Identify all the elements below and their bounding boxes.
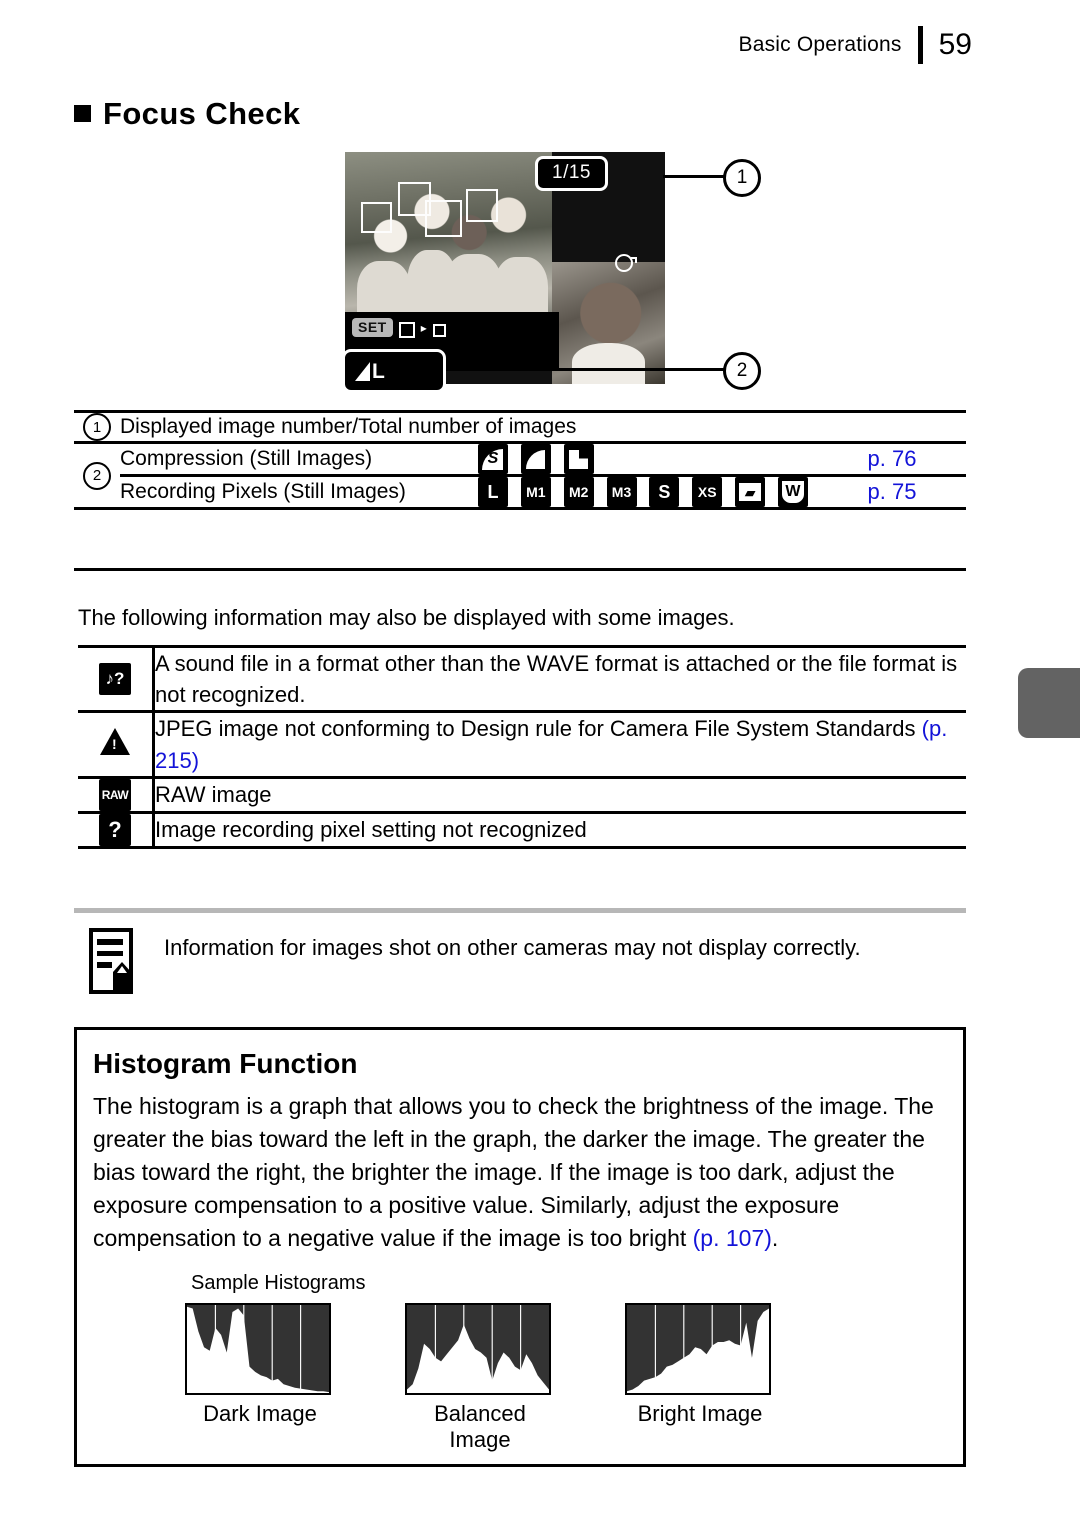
sound-file-unknown-icon: ♪?	[99, 663, 131, 696]
histogram-title: Histogram Function	[93, 1048, 358, 1079]
sound-file-unknown-icon-cell: ♪?	[78, 646, 155, 712]
compression-icons-cell: S	[478, 443, 818, 476]
recording-pixels-page-ref[interactable]: p. 75	[818, 476, 966, 509]
note-text-jpeg-nonconforming: JPEG image not conforming to Design rule…	[154, 712, 967, 777]
frame-switch-large-icon	[398, 322, 415, 338]
circled-number-2: 2	[83, 461, 111, 490]
page-title-text: Focus Check	[103, 96, 301, 131]
memo-block: Information for images shot on other cam…	[86, 928, 976, 1000]
question-icon-cell: ?	[78, 812, 155, 848]
memo-text: Information for images shot on other cam…	[164, 935, 861, 960]
histogram-line-6-end: .	[771, 1225, 779, 1252]
fine-compression-icon	[355, 361, 370, 381]
row-number-cell: 1	[74, 412, 120, 443]
histogram-sample-balanced: Balanced Image	[405, 1302, 555, 1453]
intro-line: The following information may also be di…	[78, 605, 735, 630]
note-text-unrecognized-pixels: Image recording pixel setting not recogn…	[155, 817, 587, 843]
table-row: 2 Compression (Still Images) S p. 76	[74, 442, 966, 490]
table-row: JPEG image not conforming to Design rule…	[78, 711, 967, 778]
display-info-table: 1 Displayed image number/Total number of…	[74, 410, 966, 510]
raw-icon-cell: RAW	[78, 777, 155, 813]
camera-screen-figure: SET ▸ 1/15 L	[342, 152, 729, 393]
pixel-xs-icon: XS	[692, 477, 723, 507]
histogram-chart-dark	[185, 1302, 331, 1395]
row-label-displayed-image-number: Displayed image number/Total number of i…	[120, 415, 577, 438]
table-row: Recording Pixels (Still Images) L M1 M2 …	[74, 475, 966, 509]
widescreen-icon: W	[777, 477, 808, 507]
face-detect-box	[361, 202, 392, 233]
row-label-recording-pixels: Recording Pixels (Still Images)	[120, 480, 406, 503]
bullet-square-icon	[74, 104, 91, 122]
histogram-line-1: The histogram is a graph that allows you…	[93, 1093, 813, 1119]
histogram-body-text: The histogram is a graph that allows you…	[93, 1090, 947, 1256]
pixel-m2-icon: M2	[563, 477, 594, 507]
magnifier-icon	[613, 252, 639, 278]
thumb-index-tab	[1018, 668, 1080, 738]
frame-switch-small-icon	[432, 324, 446, 337]
table-bottom-rule	[74, 568, 966, 571]
image-quality-badge: L	[342, 349, 446, 393]
warning-icon	[100, 728, 130, 756]
additional-info-table: ♪? A sound file in a format other than t…	[78, 645, 966, 849]
sample-histograms-label: Sample Histograms	[191, 1271, 366, 1294]
histogram-caption-bright: Bright Image	[637, 1400, 763, 1426]
page-number: 59	[938, 28, 972, 61]
pixel-m1-icon: M1	[520, 477, 551, 507]
table-row: ? Image recording pixel setting not reco…	[78, 812, 966, 848]
lcd-main-photo	[345, 152, 552, 331]
callout-number-1: 1	[723, 159, 761, 197]
note-text-sound-file: A sound file in a format other than the …	[155, 651, 958, 708]
raw-icon: RAW	[99, 778, 131, 811]
recording-pixels-icons-cell: L M1 M2 M3 S XS ▰ W	[478, 476, 818, 509]
row-label-compression: Compression (Still Images)	[120, 447, 373, 470]
face-detect-box	[466, 189, 498, 222]
arrow-icon: ▸	[420, 321, 427, 335]
note-text-jpeg-main: JPEG image not conforming to Design rule…	[155, 716, 922, 742]
memo-divider	[74, 908, 966, 913]
question-icon: ?	[99, 813, 131, 846]
pixel-s-icon: S	[649, 477, 680, 507]
sample-histograms-row: Dark Image Balanced Image Bright Image	[185, 1302, 963, 1453]
page-header: Basic Operations 59	[738, 26, 972, 64]
histogram-chart-balanced	[405, 1302, 551, 1395]
pixel-l-icon: L	[478, 477, 508, 507]
image-counter-badge: 1/15	[535, 156, 608, 191]
superfine-compression-icon: S	[478, 444, 508, 474]
histogram-panel: Histogram Function The histogram is a gr…	[74, 1027, 966, 1467]
table-row: ♪? A sound file in a format other than t…	[78, 646, 966, 712]
histogram-caption-dark: Dark Image	[203, 1400, 317, 1426]
table-row: 1 Displayed image number/Total number of…	[74, 411, 966, 443]
histogram-line-6: negative value if the image is too brigh…	[287, 1225, 693, 1252]
fine-compression-icon	[520, 444, 551, 474]
recording-pixel-l-label: L	[372, 359, 385, 383]
histogram-caption-balanced: Balanced Image	[434, 1400, 526, 1452]
normal-compression-icon	[563, 444, 594, 474]
note-pencil-icon	[86, 928, 144, 1000]
table-row: RAW RAW image	[78, 777, 966, 813]
page-ref-107[interactable]: (p. 107)	[693, 1225, 772, 1251]
face-detect-box	[425, 200, 462, 237]
header-title: Basic Operations	[738, 33, 902, 56]
page-title: Focus Check	[74, 96, 300, 132]
callout-leader-1	[663, 175, 729, 178]
histogram-sample-bright: Bright Image	[625, 1302, 775, 1453]
histogram-sample-dark: Dark Image	[185, 1302, 335, 1453]
histogram-chart-bright	[625, 1302, 771, 1395]
compression-page-ref[interactable]: p. 76	[818, 443, 966, 476]
row-number-cell: 2	[74, 443, 120, 509]
postcard-mode-icon: ▰	[735, 477, 766, 507]
callout-leader-2	[429, 368, 729, 371]
header-divider	[917, 26, 923, 64]
lcd-zoom-preview	[552, 262, 665, 384]
pixel-m3-icon: M3	[606, 477, 637, 507]
warning-icon-cell	[78, 711, 155, 778]
circled-number-1: 1	[83, 413, 111, 441]
callout-number-2: 2	[723, 352, 761, 390]
note-text-raw: RAW image	[155, 782, 272, 808]
set-chip-label: SET	[352, 318, 393, 337]
